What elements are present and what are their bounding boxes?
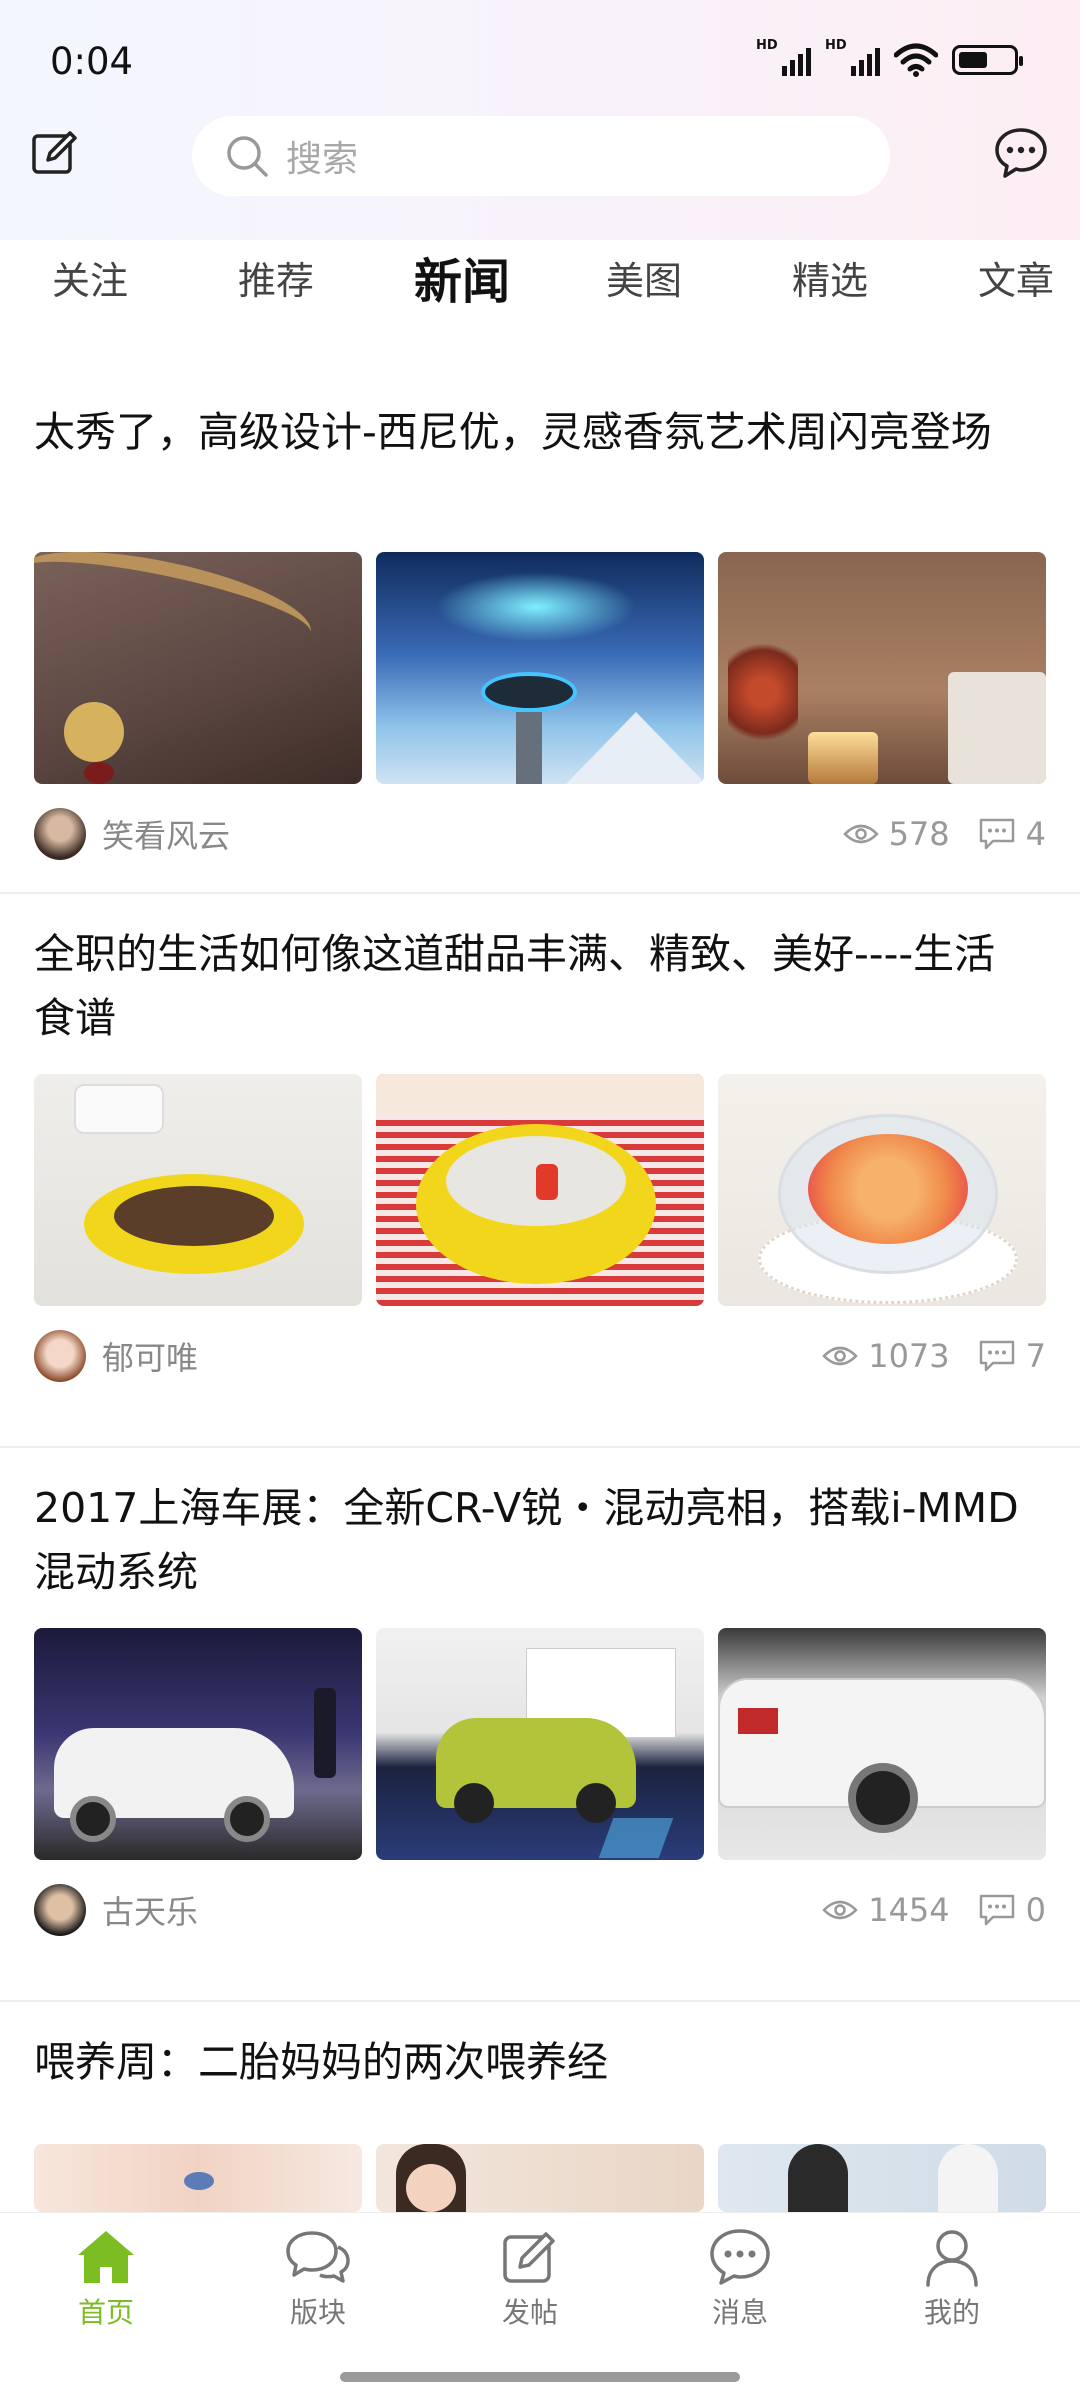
chat-button[interactable] [990, 122, 1052, 184]
views-stat: 1073 [822, 1337, 950, 1375]
comments-stat: 7 [978, 1337, 1046, 1375]
hd-label: HD [825, 38, 847, 53]
post-title[interactable]: 2017上海车展：全新CR-V锐・混动亮相，搭载i-MMD混动系统 [34, 1476, 1034, 1604]
tab-follow[interactable]: 关注 [52, 250, 128, 305]
post-images [34, 1628, 1046, 1860]
post-image[interactable] [718, 1074, 1046, 1306]
divider [0, 892, 1080, 894]
post-image[interactable] [718, 2144, 1046, 2212]
tab-photos[interactable]: 美图 [606, 250, 682, 305]
message-icon [710, 2229, 770, 2285]
views-count: 1073 [868, 1337, 950, 1375]
post-stats: 1454 0 [794, 1880, 1046, 1940]
author-name[interactable]: 郁可唯 [102, 1333, 198, 1379]
edit-button[interactable] [28, 126, 82, 180]
post-stats: 578 4 [815, 804, 1046, 864]
wifi-icon [894, 43, 938, 77]
eye-icon [842, 824, 879, 844]
post-image[interactable] [718, 1628, 1046, 1860]
comments-count: 7 [1025, 1337, 1046, 1375]
post-image[interactable] [376, 1074, 704, 1306]
nav-home-label: 首页 [77, 2296, 134, 2329]
comments-stat: 0 [978, 1891, 1046, 1929]
post-image[interactable] [34, 2144, 362, 2212]
post-image[interactable] [376, 2144, 704, 2212]
top-bar: 搜索 [0, 112, 1080, 196]
tab-articles[interactable]: 文章 [978, 250, 1054, 305]
post-meta: 郁可唯 1073 7 [34, 1326, 1046, 1386]
nav-home[interactable]: 首页 [46, 2227, 166, 2331]
edit-icon [32, 131, 77, 174]
post-image[interactable] [376, 552, 704, 784]
search-input[interactable]: 搜索 [192, 116, 890, 196]
category-tabs: 关注 推荐 新闻 美图 精选 文章 [0, 228, 1080, 320]
compose-icon [503, 2232, 555, 2283]
post-images [34, 1074, 1046, 1306]
post-title[interactable]: 太秀了，高级设计-西尼优，灵感香氛艺术周闪亮登场 [34, 400, 1034, 464]
search-placeholder: 搜索 [286, 139, 359, 180]
post-image[interactable] [34, 1628, 362, 1860]
tab-recommend[interactable]: 推荐 [238, 250, 314, 305]
home-indicator[interactable] [340, 2372, 740, 2382]
search-icon [227, 136, 268, 177]
views-stat: 1454 [822, 1891, 950, 1929]
comments-count: 4 [1025, 815, 1046, 853]
avatar[interactable] [34, 1330, 86, 1382]
chat-bubble-icon [995, 128, 1047, 178]
post-image[interactable] [34, 552, 362, 784]
post-images [34, 2144, 1046, 2212]
post-images [34, 552, 1046, 784]
views-count: 578 [888, 815, 950, 853]
status-icons: HD HD [756, 38, 1023, 80]
nav-messages-label: 消息 [711, 2296, 768, 2329]
forum-icon [286, 2231, 350, 2283]
nav-forum[interactable]: 版块 [258, 2227, 378, 2331]
divider [0, 2000, 1080, 2002]
post-title[interactable]: 全职的生活如何像这道甜品丰满、精致、美好----生活食谱 [34, 922, 1034, 1050]
divider [0, 1446, 1080, 1448]
comment-icon [979, 818, 1014, 850]
profile-icon [926, 2230, 978, 2287]
status-bar: 0:04 HD HD [0, 0, 1080, 120]
views-count: 1454 [868, 1891, 950, 1929]
nav-profile[interactable]: 我的 [892, 2227, 1012, 2331]
nav-messages[interactable]: 消息 [680, 2227, 800, 2331]
comment-icon [979, 1894, 1014, 1926]
nav-profile-label: 我的 [923, 2296, 980, 2329]
nav-forum-label: 版块 [289, 2296, 346, 2329]
avatar[interactable] [34, 808, 86, 860]
author-name[interactable]: 笑看风云 [102, 811, 230, 857]
comment-icon [979, 1340, 1014, 1372]
post-title[interactable]: 喂养周：二胎妈妈的两次喂养经 [34, 2030, 1034, 2094]
comments-stat: 4 [978, 815, 1046, 853]
signal-icon: HD [756, 38, 811, 76]
tab-news[interactable]: 新闻 [414, 242, 510, 312]
post-image[interactable] [376, 1628, 704, 1860]
views-stat: 578 [842, 815, 950, 853]
eye-icon [822, 1900, 858, 1920]
hd-label: HD [756, 38, 778, 53]
author-name[interactable]: 古天乐 [102, 1887, 198, 1933]
eye-icon [822, 1346, 858, 1366]
post-meta: 笑看风云 578 4 [34, 804, 1046, 864]
nav-compose-label: 发帖 [501, 2296, 558, 2329]
signal-icon: HD [825, 38, 880, 76]
tab-featured[interactable]: 精选 [792, 250, 868, 305]
post-image[interactable] [34, 1074, 362, 1306]
post-image[interactable] [718, 552, 1046, 784]
avatar[interactable] [34, 1884, 86, 1936]
battery-icon [952, 45, 1023, 75]
home-icon [78, 2231, 134, 2283]
comments-count: 0 [1025, 1891, 1046, 1929]
post-meta: 古天乐 1454 0 [34, 1880, 1046, 1940]
status-time: 0:04 [50, 40, 134, 83]
nav-compose[interactable]: 发帖 [470, 2227, 590, 2331]
post-stats: 1073 7 [794, 1326, 1046, 1386]
